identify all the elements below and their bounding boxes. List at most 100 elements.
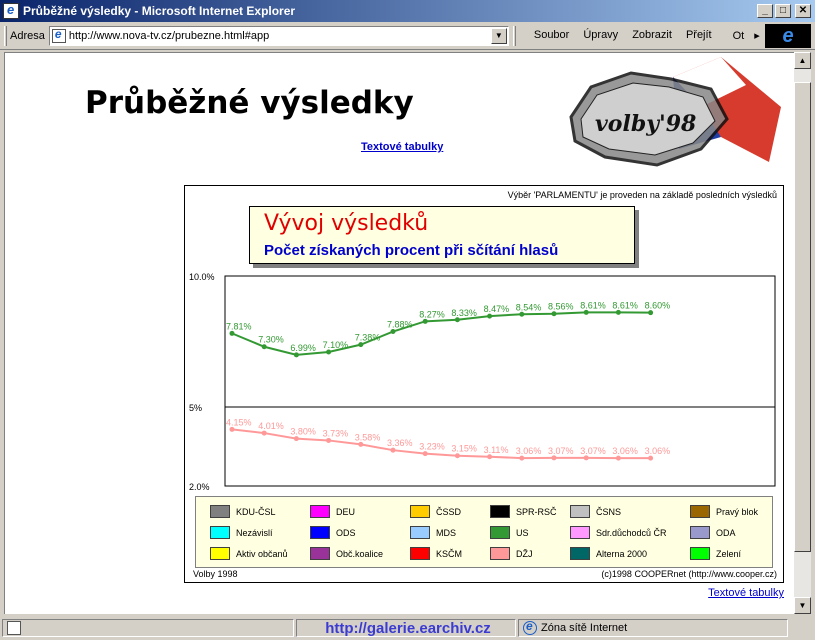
- legend: KDU-ČSL DEU ČSSD SPR-RSČ ČSNS Pravý blok Nezáv…: [195, 496, 773, 568]
- menu-upravy[interactable]: Úpravy: [576, 29, 625, 42]
- data-point: [519, 455, 525, 461]
- legend-swatch: [410, 526, 430, 539]
- legend-item: Obč.koalice: [310, 547, 383, 560]
- volby-logo: volby'98: [569, 57, 781, 167]
- status-bar: http://galerie.earchiv.cz Zóna sítě Inte…: [0, 616, 815, 640]
- close-button[interactable]: ✕: [795, 4, 811, 18]
- page-icon: [51, 27, 66, 43]
- scroll-down-button[interactable]: ▼: [794, 597, 811, 614]
- status-url: http://galerie.earchiv.cz: [325, 619, 491, 637]
- footer-left: Volby 1998: [193, 569, 238, 579]
- data-label: 3.06%: [516, 446, 542, 456]
- data-label: 4.15%: [226, 417, 252, 427]
- status-zone-cell: Zóna sítě Internet: [518, 619, 788, 637]
- data-point: [326, 437, 332, 443]
- data-label: 7.38%: [355, 333, 381, 343]
- legend-label: DEU: [336, 506, 356, 517]
- legend-label: Sdr.důchodců ČR: [596, 527, 667, 538]
- data-label: 8.60%: [645, 301, 671, 311]
- legend-label: KDU-ČSL: [236, 506, 276, 517]
- address-dropdown-button[interactable]: ▼: [490, 27, 507, 44]
- legend-item: Aktiv občanů: [210, 547, 288, 560]
- legend-item: DEU: [310, 505, 355, 518]
- legend-label: ODS: [336, 527, 356, 538]
- legend-item: SPR-RSČ: [490, 505, 557, 518]
- legend-item: Sdr.důchodců ČR: [570, 526, 667, 539]
- data-point: [293, 352, 299, 358]
- legend-swatch: [570, 505, 590, 518]
- legend-item: Pravý blok: [690, 505, 758, 518]
- data-label: 3.36%: [387, 438, 413, 448]
- status-url-cell: http://galerie.earchiv.cz: [296, 619, 516, 637]
- y-tick-mid: 5%: [189, 403, 202, 413]
- menu-soubor[interactable]: Soubor: [527, 29, 576, 42]
- legend-swatch: [490, 547, 510, 560]
- status-zone: Zóna sítě Internet: [541, 622, 628, 634]
- menu-oblibene[interactable]: Ot ▸: [719, 29, 767, 42]
- scroll-thumb[interactable]: [794, 82, 811, 552]
- data-label: 3.07%: [580, 446, 606, 456]
- y-tick-bottom: 2.0%: [189, 482, 210, 492]
- data-point: [551, 455, 557, 461]
- legend-item: KDU-ČSL: [210, 505, 276, 518]
- data-point: [615, 455, 621, 461]
- data-label: 8.33%: [451, 308, 477, 318]
- window-title: Průběžné výsledky - Microsoft Internet E…: [23, 4, 296, 18]
- legend-swatch: [310, 505, 330, 518]
- legend-label: Alterna 2000: [596, 548, 648, 559]
- legend-label: Nezávislí: [236, 527, 273, 538]
- data-point: [229, 426, 235, 432]
- menu-zobrazit[interactable]: Zobrazit: [625, 29, 679, 42]
- legend-item: Zelení: [690, 547, 741, 560]
- legend-label: SPR-RSČ: [516, 506, 557, 517]
- footer-right: (c)1998 COOPERnet (http://www.cooper.cz): [601, 569, 777, 579]
- address-bar[interactable]: ▼: [48, 25, 509, 46]
- results-panel: Výběr 'PARLAMENTU' je proveden na základ…: [184, 185, 784, 583]
- data-point: [261, 430, 267, 436]
- address-input[interactable]: [68, 29, 491, 42]
- legend-label: DŽJ: [516, 548, 533, 559]
- address-label: Adresa: [10, 29, 45, 42]
- data-point: [551, 311, 557, 317]
- menu-grip[interactable]: [512, 25, 516, 46]
- data-label: 7.10%: [323, 340, 349, 350]
- menu-prejit[interactable]: Přejít: [679, 29, 719, 42]
- y-tick-top: 10.0%: [189, 272, 215, 282]
- status-progress-cell: [2, 619, 294, 637]
- legend-swatch: [490, 526, 510, 539]
- toolbar-grip[interactable]: [4, 25, 7, 46]
- vertical-scrollbar[interactable]: ▲ ▼: [794, 52, 811, 614]
- legend-item: Alterna 2000: [570, 547, 647, 560]
- legend-label: Pravý blok: [716, 506, 759, 517]
- maximize-button[interactable]: □: [775, 4, 791, 18]
- ie-logo-icon: e: [765, 24, 811, 48]
- legend-item: US: [490, 526, 529, 539]
- scroll-up-button[interactable]: ▲: [794, 52, 811, 69]
- data-point: [422, 451, 428, 457]
- minimize-button[interactable]: _: [757, 4, 773, 18]
- data-label: 3.73%: [323, 428, 349, 438]
- data-point: [229, 330, 235, 336]
- results-chart: 10.0% 5% 2.0% 7.81% 7.30% 6.99% 7.10% 7.38% 7…: [189, 272, 776, 492]
- legend-swatch: [410, 505, 430, 518]
- data-label: 3.06%: [612, 446, 638, 456]
- data-point: [583, 309, 589, 315]
- legend-label: Zelení: [716, 548, 742, 559]
- data-label: 6.99%: [290, 343, 316, 353]
- legend-item: DŽJ: [490, 547, 533, 560]
- data-point: [358, 342, 364, 348]
- legend-item: ODA: [690, 526, 736, 539]
- data-label: 3.15%: [451, 444, 477, 454]
- text-tables-link-bottom[interactable]: Textové tabulky: [708, 587, 784, 599]
- data-point: [454, 317, 460, 323]
- legend-label: Aktiv občanů: [236, 548, 288, 559]
- data-label: 3.80%: [290, 427, 316, 437]
- legend-label: MDS: [436, 527, 456, 538]
- legend-swatch: [570, 547, 590, 560]
- svg-text:volby'98: volby'98: [595, 111, 696, 137]
- text-tables-link-top[interactable]: Textové tabulky: [361, 141, 443, 153]
- legend-swatch: [690, 547, 710, 560]
- data-point: [261, 344, 267, 350]
- page-title: Průběžné výsledky: [85, 85, 414, 121]
- data-point: [454, 453, 460, 459]
